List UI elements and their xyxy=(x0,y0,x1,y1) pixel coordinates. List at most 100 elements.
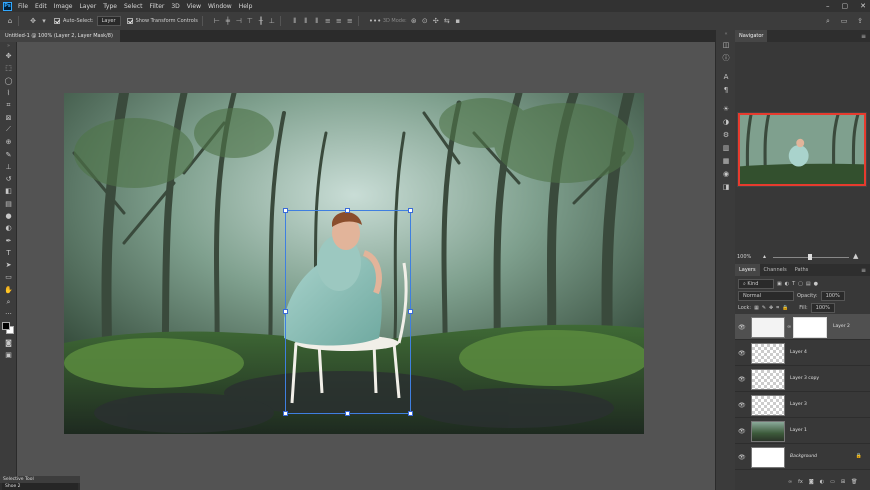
color-icon[interactable]: ◉ xyxy=(716,167,736,180)
lock-pixels-icon[interactable]: ✎ xyxy=(762,305,766,311)
menu-filter[interactable]: Filter xyxy=(150,3,165,10)
layer-mask-thumbnail[interactable] xyxy=(793,317,827,338)
hand-tool-icon[interactable]: ✋ xyxy=(0,284,17,296)
layer-name[interactable]: Background xyxy=(790,454,817,459)
new-group-icon[interactable]: ▭ xyxy=(830,479,835,485)
tab-layers[interactable]: Layers xyxy=(735,264,760,276)
tab-navigator[interactable]: Navigator xyxy=(735,30,768,42)
menu-help[interactable]: Help xyxy=(239,3,253,10)
dodge-tool-icon[interactable]: ◐ xyxy=(0,222,17,234)
3d-scale-icon[interactable]: ▪ xyxy=(454,17,462,25)
visibility-eye-icon[interactable]: 👁 xyxy=(738,376,746,383)
transform-handle[interactable] xyxy=(408,208,413,213)
panel-menu-icon[interactable]: ≡ xyxy=(861,267,866,274)
layer-name[interactable]: Layer 4 xyxy=(790,350,807,355)
layer-row[interactable]: 👁 Layer 4 xyxy=(735,340,870,366)
distribute-icon[interactable]: ⫴ xyxy=(291,17,299,25)
layer-filter-kind-dropdown[interactable]: ⌕ Kind xyxy=(738,279,774,289)
transform-handle[interactable] xyxy=(345,208,350,213)
blend-mode-dropdown[interactable]: Normal xyxy=(738,291,794,301)
type-tool-icon[interactable]: T xyxy=(0,247,17,259)
pen-tool-icon[interactable]: ✒ xyxy=(0,234,17,246)
expand-panels-icon[interactable]: « xyxy=(716,30,736,38)
layer-thumbnail[interactable] xyxy=(751,421,785,442)
menu-layer[interactable]: Layer xyxy=(79,3,96,10)
visibility-eye-icon[interactable]: 👁 xyxy=(738,454,746,461)
eyedropper-tool-icon[interactable]: ⟋ xyxy=(0,124,17,136)
align-top-icon[interactable]: ⊤ xyxy=(246,17,254,25)
mask-link-icon[interactable]: ∞ xyxy=(787,324,791,330)
lasso-tool-icon[interactable]: ◯ xyxy=(0,75,17,87)
zoom-out-icon[interactable]: ▴ xyxy=(763,253,766,260)
selective-tool-item[interactable]: Shoe 2 xyxy=(2,483,78,490)
transform-handle[interactable] xyxy=(345,411,350,416)
marquee-tool-icon[interactable]: ⬚ xyxy=(0,62,17,74)
align-bottom-icon[interactable]: ⊥ xyxy=(268,17,276,25)
properties-icon[interactable]: ⚙ xyxy=(716,128,736,141)
transform-handle[interactable] xyxy=(283,309,288,314)
layer-name[interactable]: Layer 1 xyxy=(790,428,807,433)
document-tab[interactable]: Untitled-1 @ 100% (Layer 2, Layer Mask/8… xyxy=(0,30,120,51)
layer-row[interactable]: 👁 Background 🔒 xyxy=(735,444,870,470)
navigator-zoom-value[interactable]: 100% xyxy=(737,254,751,260)
filter-toggle-icon[interactable]: ● xyxy=(814,281,818,287)
paragraph-icon[interactable]: ¶ xyxy=(716,83,736,96)
menu-file[interactable]: File xyxy=(18,3,28,10)
layer-row[interactable]: 👁 Layer 1 xyxy=(735,418,870,444)
zoom-tool-icon[interactable]: ⌕ xyxy=(0,296,17,308)
lock-position-icon[interactable]: ✥ xyxy=(769,305,773,311)
gradients-icon[interactable]: ◨ xyxy=(716,180,736,193)
visibility-eye-icon[interactable]: 👁 xyxy=(738,324,746,331)
close-window-button[interactable]: ✕ xyxy=(860,0,866,12)
distribute-icon[interactable]: ≡ xyxy=(324,17,332,25)
align-left-icon[interactable]: ⊢ xyxy=(213,17,221,25)
filter-smart-icon[interactable]: ▤ xyxy=(806,281,811,287)
color-swatches[interactable] xyxy=(0,321,17,337)
menu-select[interactable]: Select xyxy=(124,3,143,10)
tab-paths[interactable]: Paths xyxy=(791,264,813,276)
transform-bounding-box[interactable] xyxy=(283,208,413,416)
menu-window[interactable]: Window xyxy=(208,3,232,10)
layer-row[interactable]: 👁 Layer 3 xyxy=(735,392,870,418)
transform-handle[interactable] xyxy=(283,208,288,213)
distribute-icon[interactable]: ≡ xyxy=(335,17,343,25)
menu-image[interactable]: Image xyxy=(54,3,73,10)
link-layers-icon[interactable]: ∞ xyxy=(788,479,792,485)
adjustment-layer-icon[interactable]: ◐ xyxy=(820,479,824,485)
layer-row[interactable]: 👁 ∞ Layer 2 xyxy=(735,314,870,340)
distribute-icon[interactable]: ⫴ xyxy=(302,17,310,25)
screen-mode-icon[interactable]: ▣ xyxy=(0,349,17,361)
filter-shape-icon[interactable]: ▢ xyxy=(798,281,803,287)
panel-menu-icon[interactable]: ≡ xyxy=(861,33,866,40)
collapse-toolbar-icon[interactable]: » xyxy=(0,42,17,50)
search-icon[interactable]: ⌕ xyxy=(824,17,832,25)
menu-edit[interactable]: Edit xyxy=(35,3,47,10)
layer-name[interactable]: Layer 2 xyxy=(833,324,850,329)
gradient-tool-icon[interactable]: ▤ xyxy=(0,198,17,210)
libraries-icon[interactable]: ▦ xyxy=(716,154,736,167)
opacity-field[interactable]: 100% xyxy=(820,291,845,301)
auto-select-checkbox[interactable] xyxy=(54,18,60,24)
3d-pan-icon[interactable]: ✣ xyxy=(432,17,440,25)
history-icon[interactable]: ◫ xyxy=(716,38,736,51)
visibility-eye-icon[interactable]: 👁 xyxy=(738,350,746,357)
menu-view[interactable]: View xyxy=(187,3,201,10)
delete-layer-icon[interactable]: 🗑 xyxy=(851,479,857,485)
layer-thumbnail[interactable] xyxy=(751,395,785,416)
chevron-down-icon[interactable]: ▾ xyxy=(40,17,48,25)
clone-stamp-tool-icon[interactable]: ⊥ xyxy=(0,161,17,173)
learn-icon[interactable]: ☀ xyxy=(716,102,736,115)
layer-thumbnail[interactable] xyxy=(751,317,785,338)
add-mask-icon[interactable]: ◙ xyxy=(809,479,814,485)
visibility-eye-icon[interactable]: 👁 xyxy=(738,428,746,435)
foreground-color-swatch[interactable] xyxy=(2,321,10,330)
transform-handle[interactable] xyxy=(283,411,288,416)
info-icon[interactable]: ⓘ xyxy=(716,51,736,64)
history-brush-tool-icon[interactable]: ↺ xyxy=(0,173,17,185)
maximize-button[interactable]: ▢ xyxy=(842,0,849,12)
blur-tool-icon[interactable]: ● xyxy=(0,210,17,222)
3d-slide-icon[interactable]: ⇆ xyxy=(443,17,451,25)
layer-thumbnail[interactable] xyxy=(751,447,785,468)
distribute-icon[interactable]: ⫴ xyxy=(313,17,321,25)
layer-name[interactable]: Layer 3 xyxy=(790,402,807,407)
